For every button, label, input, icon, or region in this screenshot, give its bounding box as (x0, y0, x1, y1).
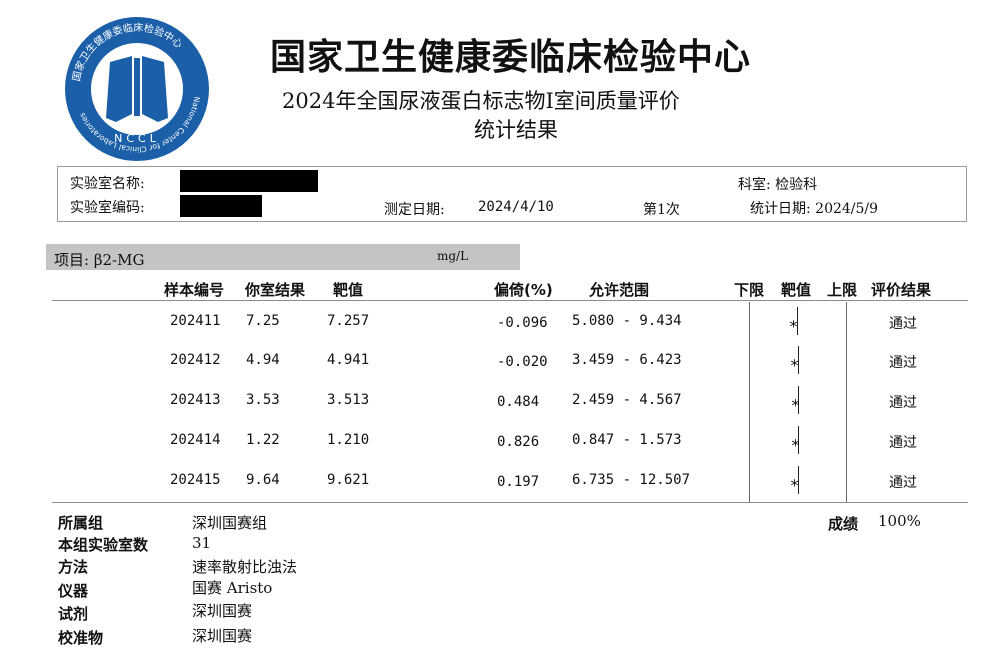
col-sample-header: 样本编号 (164, 281, 225, 299)
test-date: 2024/4/10 (478, 199, 554, 215)
allowed-range: 6.735 - 12.507 (572, 472, 691, 488)
table-top-rule (52, 300, 968, 301)
table-bottom-rule (52, 502, 968, 503)
lower-limit-line (749, 302, 750, 502)
group-label: 所属组 (58, 514, 104, 532)
score-label: 成绩 (828, 515, 859, 533)
sample-id: 202415 (170, 472, 221, 488)
col-upper-header: 上限 (827, 281, 858, 299)
method-value: 速率散射比浊法 (192, 558, 298, 576)
score-value: 100% (878, 512, 921, 530)
project-label: 项目: β2-MG (54, 251, 145, 269)
department: 科室: 检验科 (738, 177, 818, 193)
test-date-label: 测定日期: (384, 202, 445, 218)
evaluation-result: 通过 (889, 475, 917, 491)
allowed-range: 0.847 - 1.573 (572, 432, 682, 448)
logo-abbr: NCCL (114, 132, 160, 145)
col-target-plot-header: 靶值 (781, 281, 812, 299)
instrument-value: 国赛 Aristo (192, 579, 273, 597)
sample-id: 202412 (170, 352, 221, 368)
org-title: 国家卫生健康委临床检验中心 (270, 36, 752, 78)
target-value: 4.941 (327, 352, 370, 368)
lab-name-label: 实验室名称: (70, 176, 145, 192)
sample-id: 202411 (170, 313, 221, 329)
statistics-date: 统计日期: 2024/5/9 (750, 201, 879, 217)
lab-code-label: 实验室编码: (70, 200, 145, 216)
calibrator-value: 深圳国赛 (192, 627, 253, 645)
sample-id: 202414 (170, 432, 221, 448)
target-value: 3.513 (327, 392, 370, 408)
result-marker-icon: ⁎ (789, 312, 798, 331)
reagent-label: 试剂 (58, 605, 89, 623)
lab-code-redacted (180, 195, 262, 217)
result-marker-icon: ⁎ (790, 351, 799, 370)
result-marker-icon: ⁎ (791, 391, 800, 410)
lab-result: 1.22 (246, 432, 280, 448)
lab-count-label: 本组实验室数 (58, 536, 149, 554)
col-bias-header: 偏倚(%) (494, 281, 553, 299)
sample-id: 202413 (170, 392, 221, 408)
result-marker-icon: ⁎ (790, 471, 799, 490)
reagent-value: 深圳国赛 (192, 602, 253, 620)
allowed-range: 2.459 - 4.567 (572, 392, 682, 408)
bias-percent: 0.197 (497, 474, 540, 490)
unit-label: mg/L (437, 249, 469, 263)
calibrator-label: 校准物 (58, 629, 104, 647)
evaluation-result: 通过 (889, 435, 917, 451)
evaluation-result: 通过 (889, 395, 917, 411)
method-label: 方法 (58, 558, 89, 576)
target-value: 1.210 (327, 432, 370, 448)
allowed-range: 3.459 - 6.423 (572, 352, 682, 368)
col-target-header: 靶值 (333, 281, 364, 299)
instrument-label: 仪器 (58, 582, 89, 600)
lab-name-redacted (180, 170, 318, 192)
lab-result: 4.94 (246, 352, 280, 368)
report-title: 2024年全国尿液蛋白标志物Ⅰ室间质量评价 (282, 89, 680, 113)
bias-percent: -0.020 (497, 354, 548, 370)
report-subtitle: 统计结果 (474, 118, 558, 142)
lab-count-value: 31 (192, 534, 212, 552)
group-value: 深圳国赛组 (192, 514, 268, 532)
target-value: 7.257 (327, 313, 370, 329)
bias-percent: 0.484 (497, 394, 540, 410)
lab-result: 7.25 (246, 313, 280, 329)
upper-limit-line (846, 302, 847, 502)
allowed-range: 5.080 - 9.434 (572, 313, 682, 329)
evaluation-result: 通过 (889, 355, 917, 371)
nccl-logo: 国家卫生健康委临床检验中心 National Center for Clinic… (65, 17, 209, 161)
target-value: 9.621 (327, 472, 370, 488)
bias-percent: -0.096 (497, 315, 548, 331)
bias-percent: 0.826 (497, 434, 540, 450)
lab-result: 9.64 (246, 472, 280, 488)
col-result-header: 你室结果 (245, 281, 306, 299)
lab-result: 3.53 (246, 392, 280, 408)
col-lower-header: 下限 (734, 281, 765, 299)
col-range-header: 允许范围 (589, 281, 650, 299)
evaluation-result: 通过 (889, 316, 917, 332)
col-eval-header: 评价结果 (871, 281, 932, 299)
result-marker-icon: ⁎ (791, 431, 800, 450)
round-number: 第1次 (643, 202, 680, 218)
